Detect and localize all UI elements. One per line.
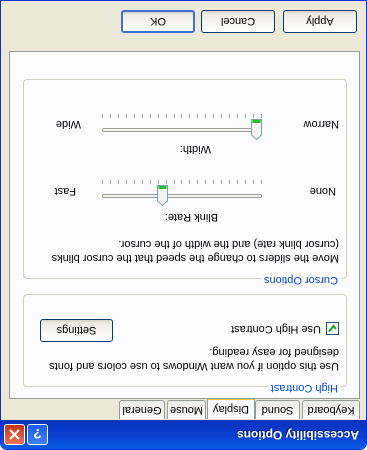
tab-mouse[interactable]: Mouse: [167, 400, 206, 419]
blink-rate-tick: [197, 180, 198, 184]
help-button[interactable]: ?: [27, 424, 48, 445]
blink-rate-tick: [237, 180, 238, 184]
blink-rate-tick: [134, 180, 135, 184]
use-high-contrast-label[interactable]: Use High Contrast: [231, 323, 321, 335]
tab-label: Display: [212, 403, 250, 416]
width-tick: [261, 114, 262, 118]
settings-button-label: Settings: [56, 324, 97, 337]
tab-general[interactable]: General: [119, 400, 165, 419]
blink-rate-tick: [126, 180, 127, 184]
blink-rate-tick: [213, 180, 214, 184]
width-tick: [181, 114, 182, 118]
tab-label: Sound: [261, 404, 294, 416]
width-tick: [126, 114, 127, 118]
width-caption: Width:: [179, 143, 211, 155]
accessibility-options-dialog: Accessibility Options ? Keyboard Sound D…: [0, 0, 367, 450]
blink-rate-tick: [261, 180, 262, 184]
blink-rate-track: [102, 194, 262, 198]
width-tick: [213, 114, 214, 118]
tab-display[interactable]: Display: [207, 397, 255, 419]
ok-button-label: OK: [150, 15, 166, 28]
window-title: Accessibility Options: [236, 428, 359, 442]
close-icon: [9, 429, 20, 440]
cursor-options-group: Cursor Options Move the sliders to chang…: [23, 79, 347, 286]
rotated-screenshot: Accessibility Options ? Keyboard Sound D…: [0, 0, 367, 450]
width-tick: [245, 114, 246, 118]
blink-rate-tick: [189, 180, 190, 184]
use-high-contrast-checkbox[interactable]: [326, 322, 339, 335]
width-tick: [189, 114, 190, 118]
title-bar[interactable]: Accessibility Options ?: [1, 420, 366, 449]
display-tab-panel: High Contrast Use this option if you wan…: [9, 51, 360, 399]
ok-button[interactable]: OK: [121, 10, 195, 33]
dialog-button-row: Apply Cancel OK: [0, 0, 366, 48]
check-icon: [328, 324, 337, 333]
blink-rate-tick: [158, 180, 159, 184]
width-tick: [197, 114, 198, 118]
width-thumb[interactable]: [251, 119, 262, 141]
blink-rate-slider[interactable]: [102, 180, 262, 208]
blink-rate-tick: [174, 180, 175, 184]
blink-rate-tick: [253, 180, 254, 184]
high-contrast-description-cont: designed for easy reading.: [209, 346, 339, 358]
tab-label: Mouse: [169, 404, 204, 416]
blink-rate-tick: [118, 180, 119, 184]
tab-label: Keyboard: [307, 404, 355, 416]
cursor-options-description-cont: (cursor blink rate) and the width of the…: [118, 238, 339, 250]
cursor-options-description: Move the sliders to change the speed tha…: [51, 252, 339, 264]
width-tick: [229, 114, 230, 118]
width-tick: [221, 114, 222, 118]
blink-rate-tick: [205, 180, 206, 184]
close-button[interactable]: [4, 424, 25, 445]
width-tick: [110, 114, 111, 118]
blink-rate-tick: [229, 180, 230, 184]
width-tick: [174, 114, 175, 118]
question-mark-icon: ?: [33, 426, 42, 443]
cancel-button[interactable]: Cancel: [201, 10, 275, 33]
cancel-button-label: Cancel: [220, 15, 256, 28]
blink-rate-tick: [221, 180, 222, 184]
blink-rate-tick: [245, 180, 246, 184]
blink-rate-tick: [181, 180, 182, 184]
blink-rate-tick: [110, 180, 111, 184]
tab-keyboard[interactable]: Keyboard: [302, 400, 360, 419]
blink-rate-tick: [150, 180, 151, 184]
width-tick: [205, 114, 206, 118]
tab-label: General: [122, 404, 162, 416]
width-tick: [118, 114, 119, 118]
tab-sound[interactable]: Sound: [255, 400, 300, 419]
width-tick: [142, 114, 143, 118]
width-tick: [237, 114, 238, 118]
blink-rate-thumb[interactable]: [157, 185, 168, 207]
width-tick: [158, 114, 159, 118]
width-max-label: Wide: [55, 118, 81, 130]
high-contrast-description: Use this option if you want Windows to u…: [49, 360, 339, 372]
blink-rate-caption: Blink Rate:: [164, 211, 218, 223]
width-tick: [134, 114, 135, 118]
blink-rate-max-label: Fast: [54, 185, 76, 197]
blink-rate-min-label: None: [309, 185, 336, 197]
width-tick: [253, 114, 254, 118]
blink-rate-tick: [142, 180, 143, 184]
width-track: [102, 128, 262, 132]
high-contrast-group: High Contrast Use this option if you wan…: [23, 294, 347, 394]
apply-button-label: Apply: [306, 15, 334, 28]
apply-button[interactable]: Apply: [283, 10, 357, 33]
high-contrast-legend: High Contrast: [267, 382, 341, 394]
blink-rate-tick: [102, 180, 103, 184]
width-slider[interactable]: [102, 114, 262, 142]
settings-button[interactable]: Settings: [40, 319, 113, 342]
width-tick: [166, 114, 167, 118]
cursor-options-legend: Cursor Options: [261, 274, 341, 286]
width-tick: [102, 114, 103, 118]
width-tick: [150, 114, 151, 118]
width-min-label: Narrow: [303, 118, 339, 130]
blink-rate-tick: [166, 180, 167, 184]
